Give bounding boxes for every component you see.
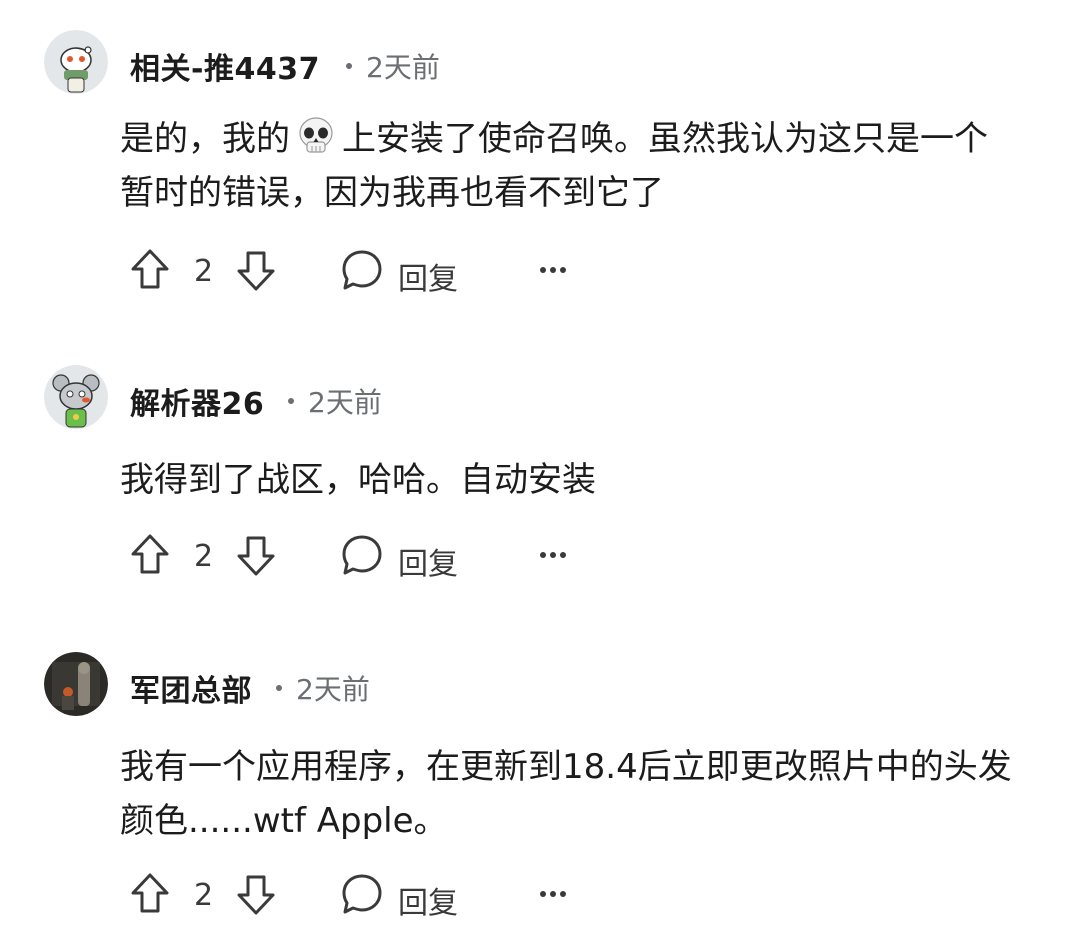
comment: 解析器26 2天前 我得到了战区，哈哈。自动安装 2 回复	[0, 365, 1080, 582]
vote-count: 2	[194, 539, 214, 574]
comment-body: 我得到了战区，哈哈。自动安装	[120, 460, 596, 500]
comment-body: 我有一个应用程序，在更新到18.4后立即更改照片中的头发颜色......wtf …	[120, 747, 1012, 841]
separator-dot	[276, 685, 282, 691]
arrow-up-icon	[131, 873, 169, 913]
snoo-avatar-scarf-icon	[44, 30, 108, 94]
vote-count: 2	[194, 878, 214, 913]
more-options-button[interactable]	[538, 533, 568, 577]
reply-label: 回复	[398, 262, 458, 297]
comment: 军团总部 2天前 我有一个应用程序，在更新到18.4后立即更改照片中的头发颜色.…	[0, 652, 1080, 921]
comment-actions: 2 回复	[130, 872, 730, 922]
comment-actions: 2 回复	[130, 533, 730, 583]
upvote-button[interactable]	[130, 533, 170, 577]
timestamp: 2天前	[308, 386, 382, 419]
ellipsis-icon	[540, 891, 566, 897]
skull-emoji-icon	[294, 116, 338, 156]
comment: 相关-推4437 2天前 是的，我的 上安装了使命召唤。虽然我认为这只是一个暂时的…	[0, 30, 1080, 297]
username[interactable]: 相关-推4437	[130, 44, 320, 88]
separator-dot	[346, 63, 352, 69]
downvote-button[interactable]	[236, 248, 276, 292]
comment-meta: 2天前	[288, 381, 382, 421]
comment-actions: 2 回复	[130, 248, 730, 298]
comment-header: 相关-推4437 2天前	[0, 30, 1080, 100]
more-options-button[interactable]	[538, 872, 568, 916]
comment-meta: 2天前	[276, 668, 370, 708]
dark-photo-avatar-icon	[44, 652, 108, 716]
vote-count: 2	[194, 254, 214, 289]
ellipsis-icon	[540, 552, 566, 558]
reply-label: 回复	[398, 886, 458, 921]
arrow-down-icon	[237, 251, 275, 291]
speech-bubble-icon	[342, 535, 382, 575]
timestamp: 2天前	[366, 51, 440, 84]
arrow-down-icon	[237, 536, 275, 576]
username[interactable]: 解析器26	[130, 379, 264, 423]
separator-dot	[288, 398, 294, 404]
user-avatar[interactable]	[44, 365, 108, 429]
speech-bubble-icon	[342, 250, 382, 290]
reply-label: 回复	[398, 547, 458, 582]
username[interactable]: 军团总部	[130, 666, 252, 710]
timestamp: 2天前	[296, 673, 370, 706]
ellipsis-icon	[540, 267, 566, 273]
comment-text-part: 是的，我的	[120, 119, 290, 159]
comment-meta: 2天前	[346, 46, 440, 86]
downvote-button[interactable]	[236, 872, 276, 916]
upvote-button[interactable]	[130, 872, 170, 916]
arrow-up-icon	[131, 534, 169, 574]
comment-header: 军团总部 2天前	[0, 652, 1080, 722]
arrow-down-icon	[237, 875, 275, 915]
comment-header: 解析器26 2天前	[0, 365, 1080, 435]
reply-button[interactable]: 回复	[340, 872, 480, 921]
snoo-avatar-mouse-icon	[44, 365, 108, 429]
reply-button[interactable]: 回复	[340, 248, 480, 297]
user-avatar[interactable]	[44, 30, 108, 94]
upvote-button[interactable]	[130, 248, 170, 292]
more-options-button[interactable]	[538, 248, 568, 292]
reply-button[interactable]: 回复	[340, 533, 480, 582]
comment-body: 是的，我的 上安装了使命召唤。虽然我认为这只是一个暂时的错误，因为我再也看不到它了	[120, 112, 1020, 220]
speech-bubble-icon	[342, 874, 382, 914]
arrow-up-icon	[131, 249, 169, 289]
user-avatar[interactable]	[44, 652, 108, 716]
downvote-button[interactable]	[236, 533, 276, 577]
